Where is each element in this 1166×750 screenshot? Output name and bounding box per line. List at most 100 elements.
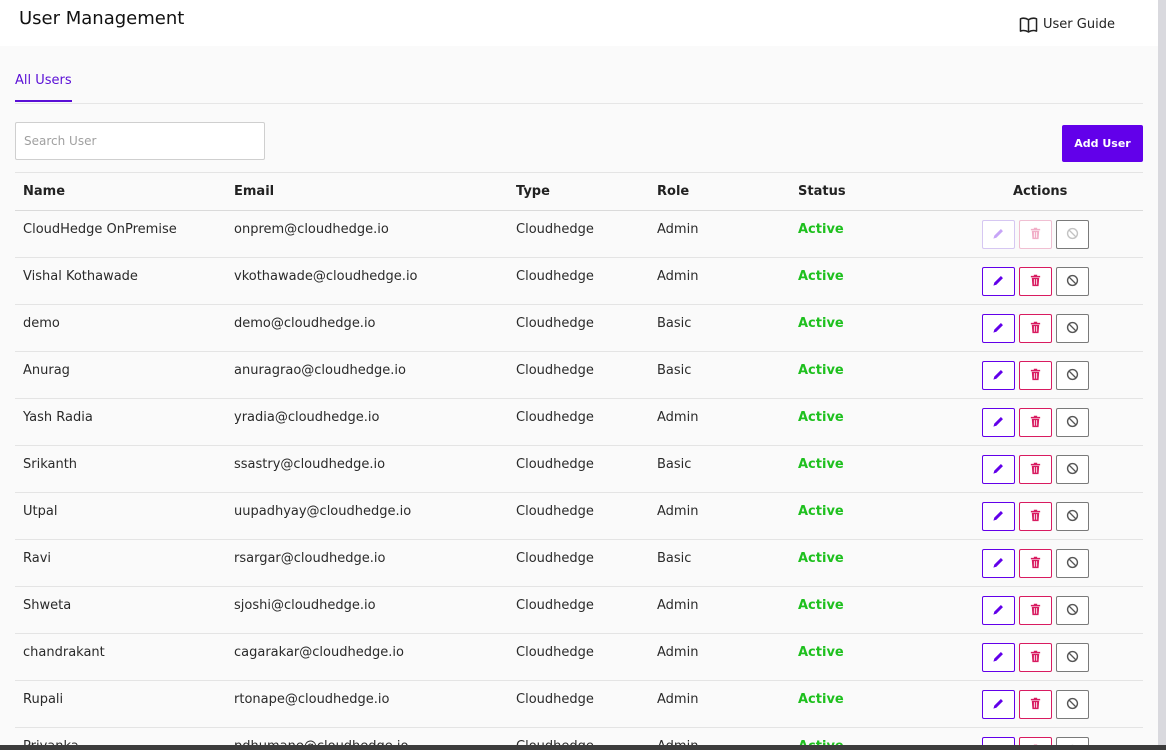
cell-name: Srikanth bbox=[23, 457, 78, 472]
disable-user-button[interactable] bbox=[1056, 549, 1089, 578]
cell-type: Cloudhedge bbox=[516, 692, 594, 707]
book-open-icon bbox=[1019, 17, 1038, 33]
trash-icon bbox=[1029, 695, 1042, 714]
disable-user-button[interactable] bbox=[1056, 220, 1089, 249]
trash-icon bbox=[1029, 507, 1042, 526]
edit-user-button[interactable] bbox=[982, 408, 1015, 437]
cell-type: Cloudhedge bbox=[516, 410, 594, 425]
status-badge: Active bbox=[798, 504, 844, 519]
user-guide-link[interactable]: User Guide bbox=[1019, 16, 1115, 33]
row-actions bbox=[982, 737, 1089, 745]
disable-user-button[interactable] bbox=[1056, 267, 1089, 296]
block-icon bbox=[1066, 648, 1079, 667]
table-row: Vishal Kothawade vkothawade@cloudhedge.io… bbox=[15, 258, 1143, 305]
edit-user-button[interactable] bbox=[982, 643, 1015, 672]
cell-name: demo bbox=[23, 316, 60, 331]
delete-user-button[interactable] bbox=[1019, 502, 1052, 531]
status-badge: Active bbox=[798, 316, 844, 331]
edit-user-button[interactable] bbox=[982, 549, 1015, 578]
delete-user-button[interactable] bbox=[1019, 361, 1052, 390]
cell-type: Cloudhedge bbox=[516, 504, 594, 519]
disable-user-button[interactable] bbox=[1056, 737, 1089, 745]
edit-user-button[interactable] bbox=[982, 502, 1015, 531]
cell-email: sjoshi@cloudhedge.io bbox=[234, 598, 376, 613]
cell-role: Basic bbox=[657, 363, 692, 378]
cell-role: Basic bbox=[657, 551, 692, 566]
row-actions bbox=[982, 643, 1089, 672]
status-badge: Active bbox=[798, 598, 844, 613]
column-header-type: Type bbox=[516, 184, 550, 199]
delete-user-button[interactable] bbox=[1019, 643, 1052, 672]
block-icon bbox=[1066, 601, 1079, 620]
disable-user-button[interactable] bbox=[1056, 596, 1089, 625]
cell-type: Cloudhedge bbox=[516, 363, 594, 378]
status-badge: Active bbox=[798, 269, 844, 284]
cell-name: Anurag bbox=[23, 363, 70, 378]
table-row: Rupali rtonape@cloudhedge.io Cloudhedge Adm… bbox=[15, 681, 1143, 728]
trash-icon bbox=[1029, 366, 1042, 385]
edit-user-button[interactable] bbox=[982, 596, 1015, 625]
table-row: Srikanth ssastry@cloudhedge.io Cloudhedge B… bbox=[15, 446, 1143, 493]
disable-user-button[interactable] bbox=[1056, 314, 1089, 343]
edit-user-button[interactable] bbox=[982, 314, 1015, 343]
edit-user-button[interactable] bbox=[982, 220, 1015, 249]
pencil-icon bbox=[992, 272, 1005, 291]
cell-role: Admin bbox=[657, 692, 699, 707]
edit-user-button[interactable] bbox=[982, 737, 1015, 745]
delete-user-button[interactable] bbox=[1019, 408, 1052, 437]
row-actions bbox=[982, 408, 1089, 437]
cell-name: chandrakant bbox=[23, 645, 105, 660]
table-row: chandrakant cagarakar@cloudhedge.io Cloudh… bbox=[15, 634, 1143, 681]
cell-email: cagarakar@cloudhedge.io bbox=[234, 645, 404, 660]
edit-user-button[interactable] bbox=[982, 267, 1015, 296]
cell-role: Admin bbox=[657, 504, 699, 519]
trash-icon bbox=[1029, 225, 1042, 244]
column-header-role: Role bbox=[657, 184, 690, 199]
window-edge bbox=[1158, 0, 1166, 745]
edit-user-button[interactable] bbox=[982, 690, 1015, 719]
cell-email: yradia@cloudhedge.io bbox=[234, 410, 380, 425]
block-icon bbox=[1066, 225, 1079, 244]
disable-user-button[interactable] bbox=[1056, 361, 1089, 390]
cell-email: demo@cloudhedge.io bbox=[234, 316, 376, 331]
add-user-button[interactable]: Add User bbox=[1062, 125, 1143, 162]
app-frame: User Management User Guide All Users Add… bbox=[0, 0, 1158, 745]
row-actions bbox=[982, 690, 1089, 719]
edit-user-button[interactable] bbox=[982, 361, 1015, 390]
disable-user-button[interactable] bbox=[1056, 408, 1089, 437]
status-badge: Active bbox=[798, 410, 844, 425]
column-header-email: Email bbox=[234, 184, 275, 199]
row-actions bbox=[982, 502, 1089, 531]
delete-user-button[interactable] bbox=[1019, 220, 1052, 249]
cell-type: Cloudhedge bbox=[516, 598, 594, 613]
disable-user-button[interactable] bbox=[1056, 690, 1089, 719]
delete-user-button[interactable] bbox=[1019, 267, 1052, 296]
cell-name: Ravi bbox=[23, 551, 52, 566]
table-row: Ravi rsargar@cloudhedge.io Cloudhedge Basic… bbox=[15, 540, 1143, 587]
row-actions bbox=[982, 314, 1089, 343]
tab-all-users[interactable]: All Users bbox=[15, 73, 72, 102]
block-icon bbox=[1066, 413, 1079, 432]
table-row: Utpal uupadhyay@cloudhedge.io Cloudhedge Ad… bbox=[15, 493, 1143, 540]
disable-user-button[interactable] bbox=[1056, 502, 1089, 531]
delete-user-button[interactable] bbox=[1019, 690, 1052, 719]
delete-user-button[interactable] bbox=[1019, 737, 1052, 745]
table-row: CloudHedge OnPremise onprem@cloudhedge.io… bbox=[15, 211, 1143, 258]
cell-role: Admin bbox=[657, 269, 699, 284]
delete-user-button[interactable] bbox=[1019, 596, 1052, 625]
edit-user-button[interactable] bbox=[982, 455, 1015, 484]
tab-bar: All Users bbox=[15, 46, 1143, 104]
disable-user-button[interactable] bbox=[1056, 455, 1089, 484]
disable-user-button[interactable] bbox=[1056, 643, 1089, 672]
cell-type: Cloudhedge bbox=[516, 551, 594, 566]
page-header: User Management User Guide bbox=[0, 0, 1158, 46]
delete-user-button[interactable] bbox=[1019, 455, 1052, 484]
pencil-icon bbox=[992, 319, 1005, 338]
search-user-input[interactable] bbox=[15, 122, 265, 160]
trash-icon bbox=[1029, 272, 1042, 291]
delete-user-button[interactable] bbox=[1019, 314, 1052, 343]
cell-email: rtonape@cloudhedge.io bbox=[234, 692, 390, 707]
pencil-icon bbox=[992, 366, 1005, 385]
users-table: Name Email Type Role Status Actions Clou… bbox=[15, 172, 1143, 745]
delete-user-button[interactable] bbox=[1019, 549, 1052, 578]
